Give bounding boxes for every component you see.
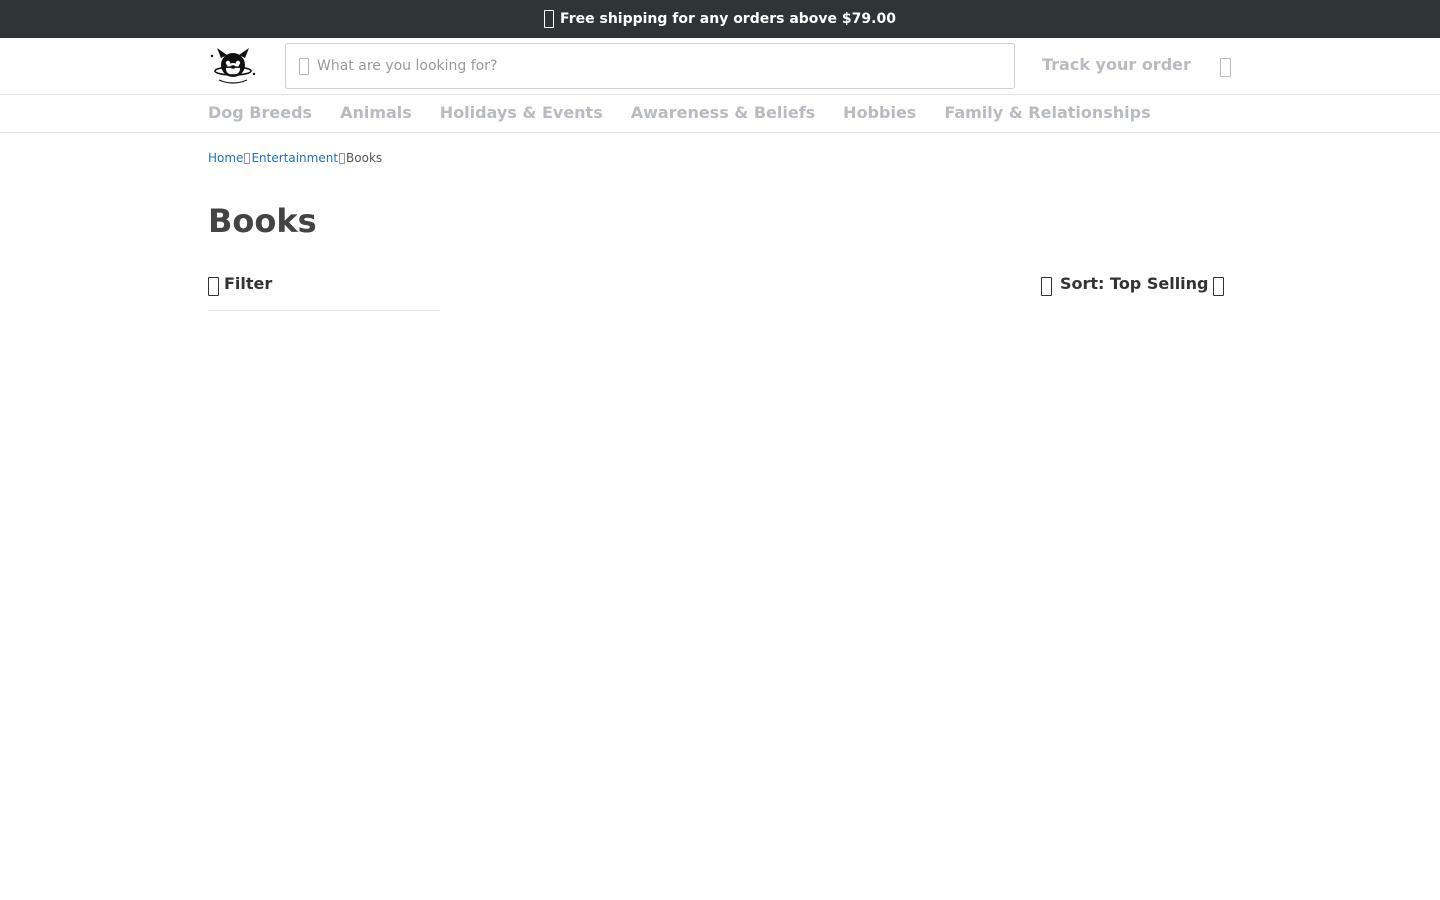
sort-icon (1041, 277, 1052, 296)
promo-text: Free shipping for any orders above $79.0… (560, 11, 896, 27)
nav-item-animals[interactable]: Animals (340, 103, 412, 122)
nav-item-awareness-beliefs[interactable]: Awareness & Beliefs (631, 103, 815, 122)
track-order-link[interactable]: Track your order (1042, 55, 1191, 74)
breadcrumb-current: Books (346, 151, 383, 165)
page-title: Books (208, 202, 317, 240)
cart-icon[interactable] (1220, 58, 1231, 77)
sort-button[interactable]: Sort: Top Selling (1041, 272, 1224, 296)
nav-item-dog-breeds[interactable]: Dog Breeds (208, 103, 312, 122)
search-box[interactable] (285, 43, 1015, 89)
filter-button[interactable]: Filter (208, 272, 440, 311)
header: Track your order (0, 38, 1440, 95)
nav-item-hobbies[interactable]: Hobbies (843, 103, 916, 122)
category-nav: Dog Breeds Animals Holidays & Events Awa… (0, 95, 1440, 133)
chevron-down-icon (1212, 277, 1224, 296)
shipping-icon (544, 10, 555, 28)
logo[interactable] (207, 46, 259, 86)
filter-label: Filter (224, 274, 273, 293)
filter-icon (208, 277, 219, 296)
search-input[interactable] (317, 44, 1014, 88)
promo-bar: Free shipping for any orders above $79.0… (0, 0, 1440, 38)
breadcrumb: Home Entertainment Books (208, 151, 382, 165)
chevron-right-icon (244, 152, 251, 164)
search-icon[interactable] (299, 57, 309, 75)
breadcrumb-home[interactable]: Home (208, 151, 243, 165)
nav-item-family-relationships[interactable]: Family & Relationships (944, 103, 1150, 122)
chevron-right-icon (339, 152, 346, 164)
nav-item-holidays-events[interactable]: Holidays & Events (440, 103, 603, 122)
breadcrumb-entertainment[interactable]: Entertainment (251, 151, 338, 165)
sort-label: Sort: Top Selling (1060, 274, 1209, 293)
